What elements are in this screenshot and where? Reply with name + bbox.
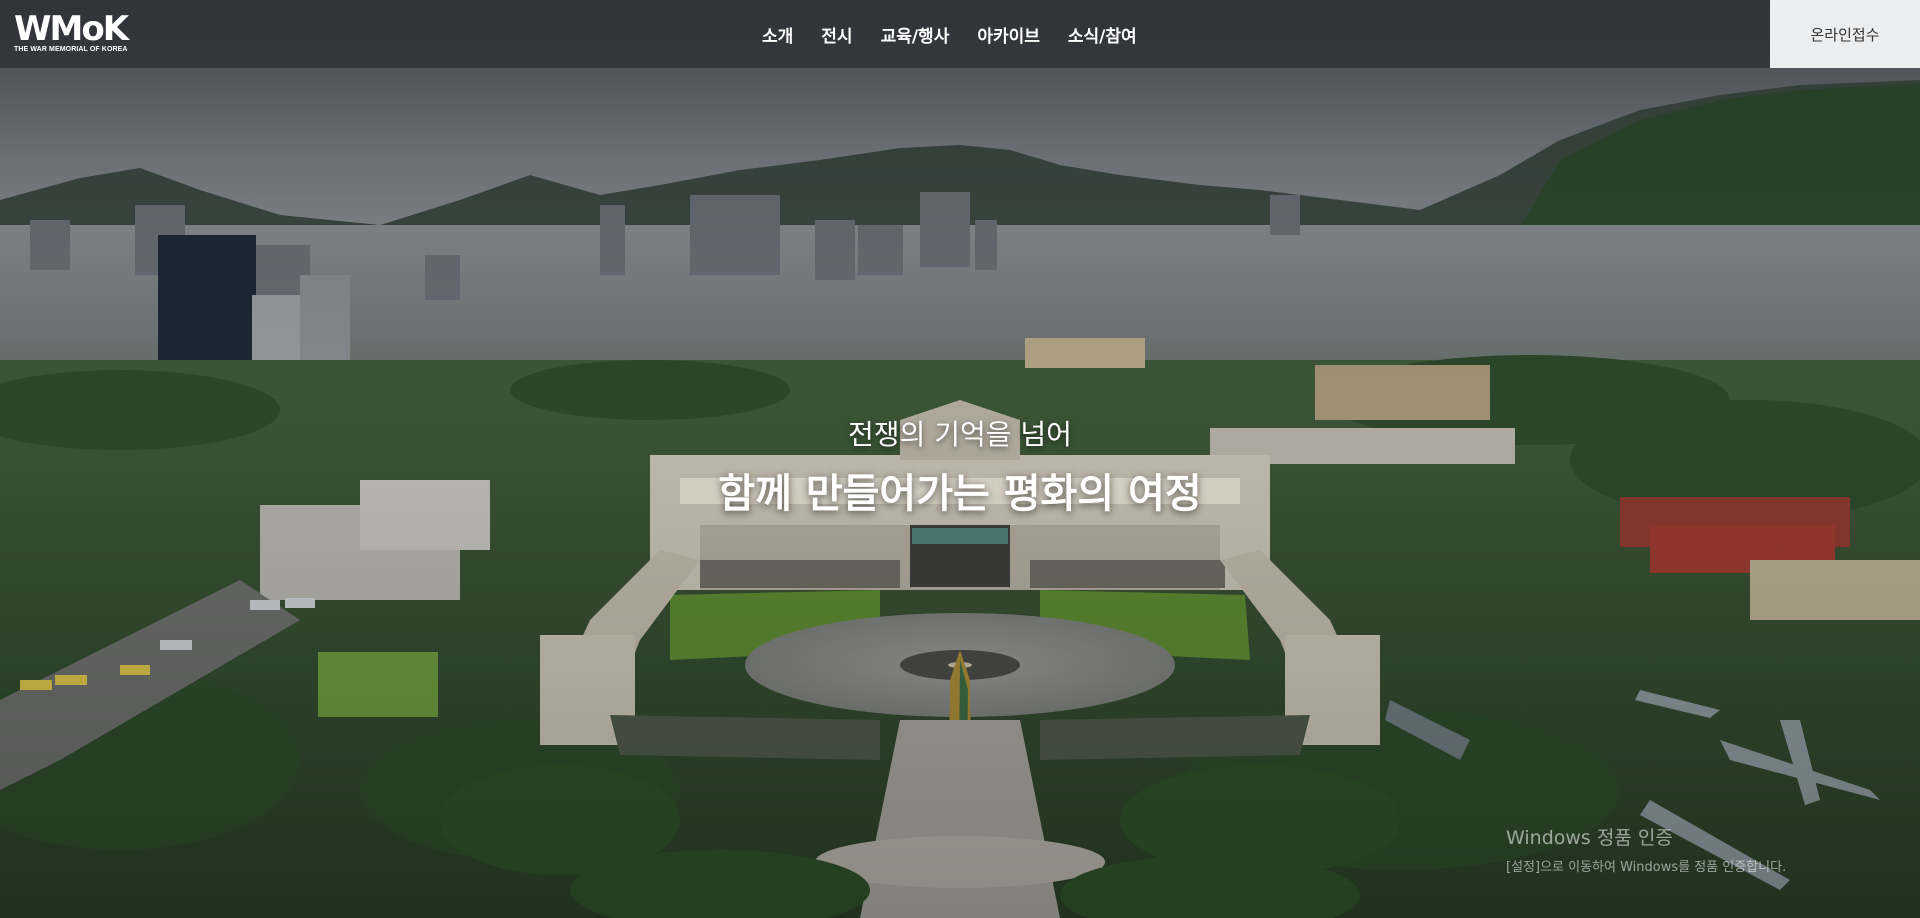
watermark-line2: [설정]으로 이동하여 Windows를 정품 인증합니다.	[1506, 860, 1787, 875]
nav-item-exhibition[interactable]: 전시	[807, 22, 866, 47]
site-logo[interactable]: WMoK THE WAR MEMORIAL OF KOREA	[14, 12, 139, 56]
nav-item-about[interactable]: 소개	[748, 22, 807, 47]
top-navigation-bar: WMoK THE WAR MEMORIAL OF KOREA 소개 전시 교육/…	[0, 0, 1920, 68]
logo-mark: WMoK	[14, 9, 129, 49]
hero-title: 함께 만들어가는 평화의 여정	[718, 470, 1202, 517]
nav-item-education-events[interactable]: 교육/행사	[867, 22, 964, 47]
hero-text-block: 전쟁의 기억을 넘어 함께 만들어가는 평화의 여정	[0, 413, 1920, 519]
online-reception-button[interactable]: 온라인접수	[1770, 0, 1920, 68]
watermark-line1: Windows 정품 인증	[1506, 827, 1673, 849]
nav-item-archive[interactable]: 아카이브	[963, 22, 1054, 47]
nav-item-news-participation[interactable]: 소식/참여	[1054, 22, 1151, 47]
windows-activation-watermark: Windows 정품 인증 [설정]으로 이동하여 Windows를 정품 인증…	[1506, 823, 1786, 875]
logo-subtitle: THE WAR MEMORIAL OF KOREA	[14, 46, 128, 53]
main-nav: 소개 전시 교육/행사 아카이브 소식/참여	[748, 0, 1151, 68]
hero-subtitle: 전쟁의 기억을 넘어	[848, 418, 1072, 451]
